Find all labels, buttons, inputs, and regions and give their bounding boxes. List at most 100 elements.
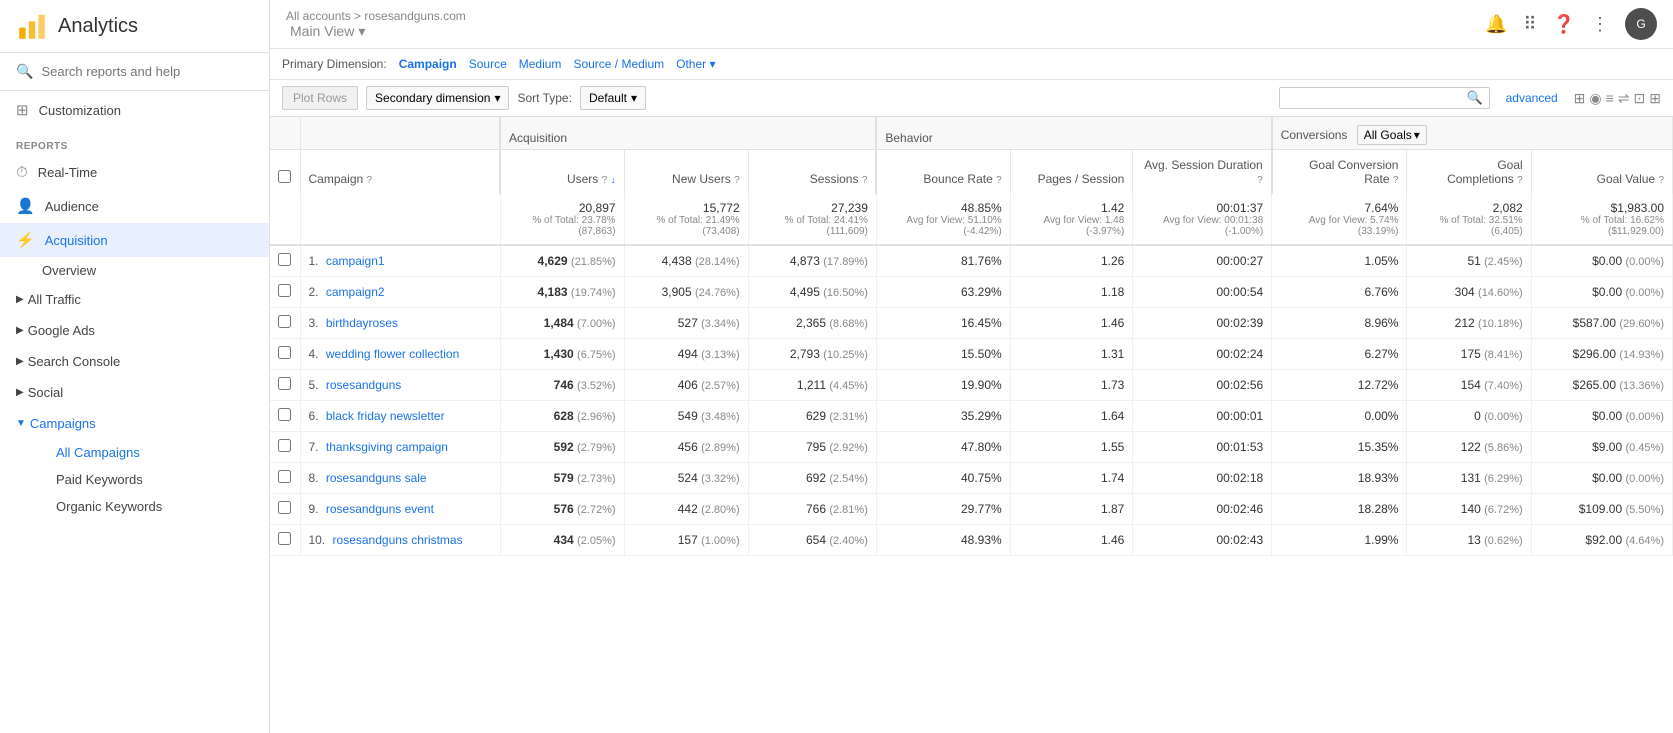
row-checkbox-cell[interactable] [270,525,300,556]
sidebar-item-all-traffic[interactable]: ▶ All Traffic [0,284,269,315]
avg-session-help-icon[interactable]: ? [1257,175,1263,186]
sidebar-item-campaigns[interactable]: ▼ Campaigns [0,408,269,439]
row-campaign-link[interactable]: rosesandguns [326,378,401,392]
col-avg-session[interactable]: Avg. Session Duration ? [1133,150,1272,195]
table-search-box[interactable]: 🔍 [1279,87,1489,109]
totals-sessions: 27,239 % of Total: 24.41% (111,609) [748,194,876,245]
expand-icon: ▶ [16,387,24,398]
table-search-input[interactable] [1286,91,1466,105]
dim-source[interactable]: Source [469,57,507,71]
row-campaign-link[interactable]: wedding flower collection [326,347,459,361]
all-goals-button[interactable]: All Goals ▾ [1357,125,1427,145]
pivot-view-icon[interactable]: ⊡ [1634,90,1646,107]
campaign-help-icon[interactable]: ? [367,175,373,186]
sidebar-item-overview[interactable]: Overview [0,257,269,284]
sidebar-item-realtime[interactable]: ⏱ Real-Time [0,156,269,189]
goal-value-help-icon[interactable]: ? [1658,175,1664,186]
row-campaign-link[interactable]: campaign2 [326,285,385,299]
col-pages-session[interactable]: Pages / Session [1010,150,1133,195]
row-goal-completions: 0 (0.00%) [1407,401,1531,432]
row-checkbox-cell[interactable] [270,370,300,401]
dropdown-arrow[interactable]: ▾ [358,23,365,40]
col-goal-completions[interactable]: GoalCompletions ? [1407,150,1531,195]
row-goal-conv-rate: 18.28% [1272,494,1407,525]
row-checkbox[interactable] [278,439,291,452]
sidebar-item-search-console[interactable]: ▶ Search Console [0,346,269,377]
grid-view-icon[interactable]: ⊞ [1574,90,1586,107]
dim-campaign[interactable]: Campaign [399,57,457,71]
col-users[interactable]: Users ? ↓ [500,150,624,195]
sessions-help-icon[interactable]: ? [862,175,868,186]
bounce-help-icon[interactable]: ? [996,175,1002,186]
select-all-checkbox[interactable] [278,170,291,183]
row-checkbox[interactable] [278,501,291,514]
sidebar-item-paid-keywords[interactable]: Paid Keywords [0,466,269,493]
secondary-dimension-button[interactable]: Secondary dimension ▾ [366,86,509,110]
search-input[interactable] [41,64,253,79]
help-icon[interactable]: ❓ [1553,14,1575,35]
row-users: 746 (3.52%) [500,370,624,401]
dim-other[interactable]: Other ▾ [676,57,715,71]
avatar[interactable]: G [1625,8,1657,40]
search-submit-icon[interactable]: 🔍 [1466,90,1482,106]
compare-view-icon[interactable]: ⇌ [1618,90,1630,107]
row-checkbox[interactable] [278,315,291,328]
row-checkbox[interactable] [278,408,291,421]
row-campaign-link[interactable]: campaign1 [326,254,385,268]
row-checkbox-cell[interactable] [270,245,300,277]
row-campaign-link[interactable]: black friday newsletter [326,409,445,423]
row-checkbox-cell[interactable] [270,277,300,308]
data-table-container: Acquisition Behavior Conversions All Goa… [270,117,1673,556]
sidebar-item-audience[interactable]: 👤 Audience [0,189,269,223]
col-goal-value[interactable]: Goal Value ? [1531,150,1672,195]
customization-item[interactable]: ⊞ Customization [0,91,269,129]
col-checkbox[interactable] [270,150,300,195]
sidebar-item-google-ads[interactable]: ▶ Google Ads [0,315,269,346]
custom-view-icon[interactable]: ⊞ [1649,90,1661,107]
row-goal-conv-rate: 6.76% [1272,277,1407,308]
sort-default-button[interactable]: Default ▾ [580,86,646,110]
row-checkbox[interactable] [278,532,291,545]
col-bounce-rate[interactable]: Bounce Rate ? [876,150,1010,195]
row-goal-completions: 212 (10.18%) [1407,308,1531,339]
bell-icon[interactable]: 🔔 [1485,14,1507,35]
row-checkbox-cell[interactable] [270,494,300,525]
row-checkbox-cell[interactable] [270,463,300,494]
row-checkbox[interactable] [278,253,291,266]
sidebar-item-all-campaigns[interactable]: All Campaigns [0,439,269,466]
dim-source-medium[interactable]: Source / Medium [573,57,664,71]
row-campaign-link[interactable]: rosesandguns christmas [333,533,463,547]
row-sessions: 2,365 (8.68%) [748,308,876,339]
advanced-link[interactable]: advanced [1506,91,1558,105]
goal-conv-help-icon[interactable]: ? [1393,175,1399,186]
row-pages-session: 1.73 [1010,370,1133,401]
row-checkbox[interactable] [278,470,291,483]
bar-view-icon[interactable]: ≡ [1606,90,1614,107]
more-vert-icon[interactable]: ⋮ [1591,14,1609,35]
row-checkbox-cell[interactable] [270,401,300,432]
row-campaign-link[interactable]: rosesandguns event [326,502,434,516]
search-bar[interactable]: 🔍 [0,53,269,91]
grid-icon[interactable]: ⠿ [1523,14,1536,35]
row-checkbox[interactable] [278,284,291,297]
users-sort-icon[interactable]: ↓ [611,175,616,186]
row-checkbox[interactable] [278,377,291,390]
col-sessions[interactable]: Sessions ? [748,150,876,195]
pie-view-icon[interactable]: ◉ [1589,90,1601,107]
dim-medium[interactable]: Medium [519,57,562,71]
col-new-users[interactable]: New Users ? [624,150,748,195]
row-campaign-link[interactable]: thanksgiving campaign [326,440,448,454]
sidebar-item-acquisition[interactable]: ⚡ Acquisition [0,223,269,257]
row-checkbox-cell[interactable] [270,339,300,370]
sidebar-item-social[interactable]: ▶ Social [0,377,269,408]
row-checkbox-cell[interactable] [270,432,300,463]
new-users-help-icon[interactable]: ? [734,175,740,186]
sidebar-item-organic-keywords[interactable]: Organic Keywords [0,493,269,520]
goal-comp-help-icon[interactable]: ? [1517,175,1523,186]
row-campaign-link[interactable]: rosesandguns sale [326,471,427,485]
users-help-icon[interactable]: ? [602,175,608,186]
row-checkbox-cell[interactable] [270,308,300,339]
col-goal-conv-rate[interactable]: Goal Conversion Rate ? [1272,150,1407,195]
row-campaign-link[interactable]: birthdayroses [326,316,398,330]
row-checkbox[interactable] [278,346,291,359]
